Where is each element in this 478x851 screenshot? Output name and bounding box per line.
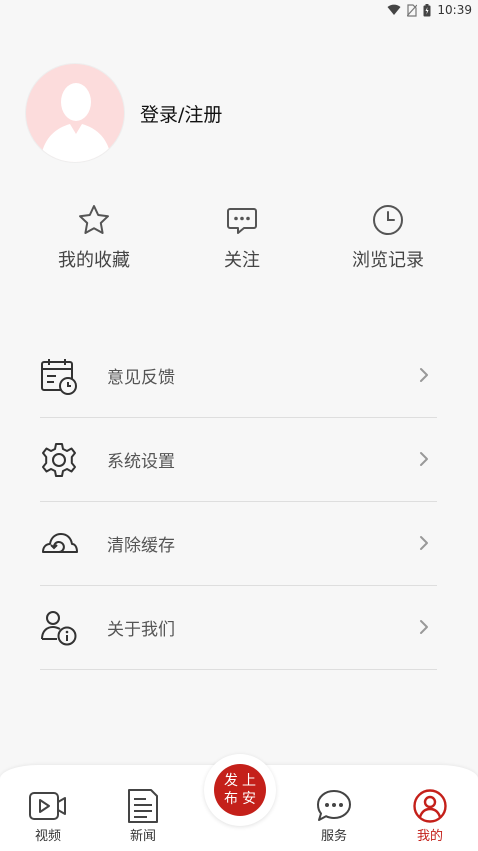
menu-label-feedback: 意见反馈 [107, 368, 175, 388]
history-label: 浏览记录 [352, 250, 424, 271]
status-time: 10:39 [437, 3, 472, 17]
settings-menu: 意见反馈 系统设置 清除缓存 关于我们 [40, 334, 437, 670]
seal-char: 布 [224, 791, 238, 807]
default-avatar-icon [40, 83, 112, 162]
favorites-button[interactable]: 我的收藏 [34, 203, 154, 272]
profile-icon [413, 789, 447, 823]
chevron-right-icon [420, 620, 428, 634]
menu-label-about: 关于我们 [107, 620, 175, 640]
profile-header[interactable]: 登录/注册 [25, 63, 222, 163]
no-sim-icon [407, 3, 418, 17]
menu-item-feedback[interactable]: 意见反馈 [40, 334, 437, 418]
cloud-refresh-icon [42, 532, 78, 553]
wifi-icon [387, 4, 401, 15]
publish-center-button[interactable]: 发 上 布 安 [204, 754, 276, 826]
chevron-right-icon [420, 452, 428, 466]
history-button[interactable]: 浏览记录 [328, 203, 448, 272]
tab-label-service: 服务 [320, 829, 347, 844]
gear-icon [42, 442, 76, 477]
user-info-icon [41, 610, 77, 645]
follow-button[interactable]: 关注 [182, 203, 302, 272]
menu-item-clear-cache[interactable]: 清除缓存 [40, 502, 437, 586]
avatar[interactable] [25, 63, 125, 163]
calendar-clock-icon [41, 358, 77, 395]
tab-video[interactable]: 视频 [13, 789, 83, 844]
chat-dots-icon [227, 208, 257, 234]
chat-icon [317, 790, 351, 821]
menu-label-settings: 系统设置 [107, 452, 175, 472]
login-register-link[interactable]: 登录/注册 [140, 100, 222, 127]
video-icon [29, 792, 66, 820]
news-icon [128, 789, 158, 823]
star-icon [79, 205, 109, 234]
follow-label: 关注 [224, 250, 260, 271]
tab-label-news: 新闻 [129, 829, 156, 844]
menu-item-settings[interactable]: 系统设置 [40, 418, 437, 502]
battery-icon [423, 3, 431, 16]
seal-logo: 发 上 布 安 [214, 764, 266, 816]
seal-char: 上 [242, 773, 256, 789]
tab-label-video: 视频 [34, 829, 61, 844]
seal-char: 安 [242, 791, 256, 807]
chevron-right-icon [420, 368, 428, 382]
tab-mine[interactable]: 我的 [395, 789, 465, 844]
clock-icon [373, 205, 403, 235]
status-bar: 10:39 [0, 0, 478, 20]
tab-service[interactable]: 服务 [299, 789, 369, 844]
seal-char: 发 [224, 773, 238, 789]
favorites-label: 我的收藏 [58, 250, 130, 271]
tab-news[interactable]: 新闻 [108, 789, 178, 844]
tab-label-mine: 我的 [416, 829, 443, 844]
menu-item-about[interactable]: 关于我们 [40, 586, 437, 670]
menu-label-clear-cache: 清除缓存 [107, 536, 175, 556]
chevron-right-icon [420, 536, 428, 550]
